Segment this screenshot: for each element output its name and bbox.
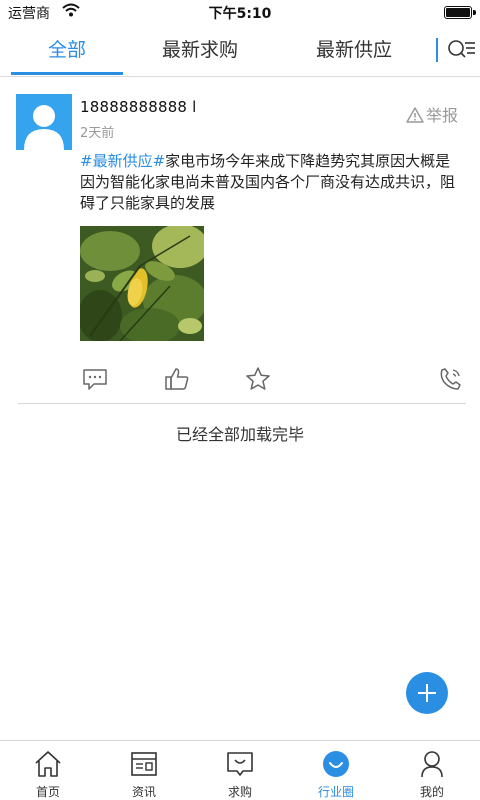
star-icon[interactable] [245,366,271,392]
post-time: 2天前 [80,126,115,141]
nav-news-label: 资讯 [131,785,156,799]
profile-icon [417,749,447,779]
nav-industry-circle[interactable]: 行业圈 [288,741,384,800]
home-icon [33,749,63,779]
nav-home[interactable]: 首页 [0,741,96,800]
report-label: 举报 [426,106,459,125]
bottom-navigation: 首页 资讯 求购 行业圈 我的 [0,740,480,800]
tab-separator [436,38,438,62]
post-username[interactable]: 18888888888 l [80,98,197,116]
nav-purchase-label: 求购 [227,785,252,799]
category-tabs: 全部 最新求购 最新供应 [0,24,480,77]
industry-circle-icon [321,749,351,779]
tab-all[interactable]: 全部 [11,24,123,76]
comment-icon[interactable] [82,366,108,392]
nav-home-label: 首页 [35,785,60,799]
warning-icon [406,107,424,127]
post-divider [18,403,466,404]
active-tab-indicator [11,72,123,75]
tab-latest-supply[interactable]: 最新供应 [294,24,414,76]
battery-icon [444,6,476,19]
nav-profile-label: 我的 [419,785,444,799]
phone-icon[interactable] [438,366,464,392]
like-icon[interactable] [164,366,190,392]
news-icon [129,749,159,779]
nav-news[interactable]: 资讯 [96,741,192,800]
post-image[interactable] [80,226,204,341]
nav-industry-circle-label: 行业圈 [317,785,354,799]
purchase-icon [225,749,255,779]
load-complete-text: 已经全部加载完毕 [175,425,304,444]
add-post-button[interactable] [406,672,448,714]
nav-profile[interactable]: 我的 [384,741,480,800]
status-bar: 运营商 下午5:10 [0,0,480,24]
search-filter-icon[interactable] [446,37,476,63]
report-button[interactable]: 举报 [406,102,458,127]
post-tag[interactable]: #最新供应# [80,152,165,170]
status-time: 下午5:10 [208,6,272,22]
post-actions [0,366,480,396]
avatar[interactable] [16,94,72,150]
post-content: #最新供应#家电市场今年来成下降趋势究其原因大概是因为智能化家电尚未普及国内各个… [80,151,464,214]
nav-purchase[interactable]: 求购 [192,741,288,800]
tab-latest-purchase[interactable]: 最新求购 [140,24,260,76]
